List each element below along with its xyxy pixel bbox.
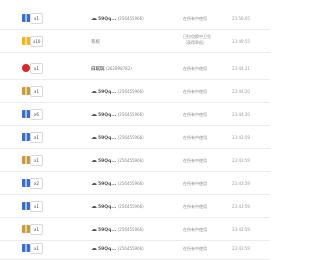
status-text: 在所有中使用 <box>183 227 207 232</box>
status-text: 在所有中使用 <box>183 112 207 117</box>
timestamp: 23:43:59 <box>232 158 250 163</box>
timestamp: 23:49:55 <box>232 39 250 44</box>
gift-box-icon <box>22 87 30 95</box>
status-text: 在所有中使用 <box>183 158 207 163</box>
status-text: 在所有中使用 <box>183 89 207 94</box>
sender-name: 白玩玩 <box>91 67 105 72</box>
sender-id: (256455966) <box>117 227 144 232</box>
sender-name: 59Qq... <box>98 247 117 252</box>
gift-box-icon <box>22 202 30 210</box>
cloud-icon: ☁ <box>91 157 97 164</box>
timestamp: 23:43:59 <box>232 227 250 232</box>
cloud-icon: ☁ <box>91 180 97 187</box>
gift-quantity: x1 <box>30 224 43 235</box>
sender: 系统 <box>91 36 100 48</box>
gift-quantity: x1 <box>30 63 43 74</box>
list-item: x10 系统 已拉包换中卫兑（获得率低） 23:49:55 <box>0 31 270 53</box>
status-text: 在所有中使用 <box>183 135 207 140</box>
gift-record-list: x1 ☁59Qq... (256455966) 在所有中使用 23:56:05 … <box>0 0 270 260</box>
list-item: x1 ☁59Qq... (256455966) 在所有中使用 23:43:59 <box>0 196 270 218</box>
sender: ☁59Qq... (256455966) <box>91 109 144 121</box>
gift-box-icon <box>22 179 30 187</box>
gift-quantity: x2 <box>30 178 43 189</box>
gift-box-icon <box>22 225 30 233</box>
heart-icon <box>22 64 30 72</box>
timestamp: 23:43:59 <box>232 135 250 140</box>
sender: ☁59Qq... (256455966) <box>91 224 144 236</box>
gift-quantity: x1 <box>30 201 43 212</box>
sender: ☁59Qq... (256455966) <box>91 201 144 213</box>
status-text: 已拉包换中卫兑（获得率低） <box>183 34 211 45</box>
gift-quantity: x1 <box>30 155 43 166</box>
sender-name: 59Qq... <box>98 205 117 210</box>
list-item: x1 ☁59Qq... (256455966) 在所有中使用 23:56:05 <box>0 8 270 30</box>
cloud-icon: ☁ <box>91 111 97 118</box>
sender-id: (256455966) <box>117 204 144 209</box>
list-item: x1 ☁59Qq... (256455966) 在所有中使用 23:43:59 <box>0 127 270 149</box>
list-item: x1 ☁59Qq... (256455966) 在所有中使用 23:44:20 <box>0 81 270 103</box>
sender-id: (256455966) <box>117 135 144 140</box>
cloud-icon: ☁ <box>91 88 97 95</box>
status-text: 在所有中使用 <box>183 66 207 71</box>
timestamp: 23:43:59 <box>232 181 250 186</box>
gift-box-icon <box>22 37 30 45</box>
gift-quantity: x6 <box>30 109 43 120</box>
timestamp: 23:44:20 <box>232 89 250 94</box>
cloud-icon: ☁ <box>91 226 97 233</box>
sender-name: 59Qq... <box>98 17 117 22</box>
sender-id: (256455966) <box>117 112 144 117</box>
cloud-icon: ☁ <box>91 203 97 210</box>
sender-id: (256455966) <box>117 158 144 163</box>
timestamp: 23:43:59 <box>232 204 250 209</box>
list-item: x1 ☁59Qq... (256455966) 在所有中使用 23:43:59 <box>0 150 270 172</box>
sender: ☁59Qq... (256455966) <box>91 86 144 98</box>
gift-quantity: x1 <box>30 132 43 143</box>
cloud-icon: ☁ <box>91 134 97 141</box>
gift-box-icon <box>22 244 30 252</box>
status-text: 在所有中使用 <box>183 181 207 186</box>
gift-quantity: x1 <box>30 13 43 24</box>
status-text: 在所有中使用 <box>183 16 207 21</box>
sender-name: 59Qq... <box>98 113 117 118</box>
status-text: 在所有中使用 <box>183 204 207 209</box>
sender: 白玩玩 (262898782) <box>91 63 132 75</box>
list-item: x6 ☁59Qq... (256455966) 在所有中使用 23:44:20 <box>0 104 270 126</box>
sender-name: 59Qq... <box>98 228 117 233</box>
list-item: x1 白玩玩 (262898782) 在所有中使用 23:44:21 <box>0 58 270 80</box>
gift-box-icon <box>22 110 30 118</box>
sender-name: 59Qq... <box>98 90 117 95</box>
sender-name: 系统 <box>91 40 100 45</box>
sender: ☁59Qq... (256455966) <box>91 243 144 255</box>
sender: ☁59Qq... (256455966) <box>91 132 144 144</box>
sender: ☁59Qq... (256455966) <box>91 155 144 167</box>
sender-id: (262898782) <box>105 66 132 71</box>
cloud-icon: ☁ <box>91 15 97 22</box>
gift-quantity: x10 <box>30 36 44 47</box>
sender-id: (256455966) <box>117 181 144 186</box>
sender-name: 59Qq... <box>98 159 117 164</box>
list-item: x2 ☁59Qq... (256455966) 在所有中使用 23:43:59 <box>0 173 270 195</box>
sender-name: 59Qq... <box>98 136 117 141</box>
sender-name: 59Qq... <box>98 182 117 187</box>
timestamp: 23:44:20 <box>232 112 250 117</box>
sender: ☁59Qq... (256455966) <box>91 13 144 25</box>
gift-box-icon <box>22 133 30 141</box>
timestamp: 23:56:05 <box>232 16 250 21</box>
timestamp: 23:44:21 <box>232 66 250 71</box>
gift-box-icon <box>22 156 30 164</box>
sender-id: (256455966) <box>117 16 144 21</box>
sender: ☁59Qq... (256455966) <box>91 178 144 190</box>
gift-quantity: x1 <box>30 86 43 97</box>
gift-box-icon <box>22 14 30 22</box>
list-item: x1 ☁59Qq... (256455966) 在所有中使用 23:43:59 <box>0 238 270 260</box>
sender-id: (256455966) <box>117 89 144 94</box>
